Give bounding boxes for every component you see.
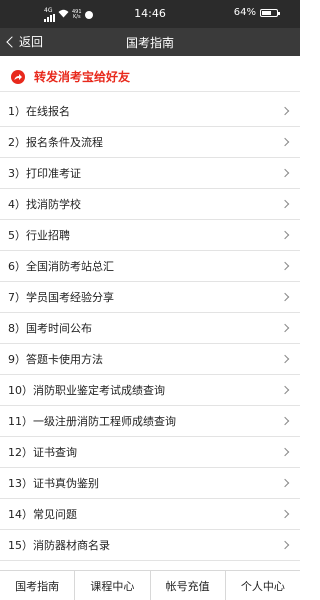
- menu-item-find-school[interactable]: 4）找消防学校: [0, 189, 300, 220]
- share-label: 转发消考宝给好友: [34, 70, 131, 84]
- menu-item-label: 14）常见问题: [8, 508, 77, 521]
- menu-item-certificate-query[interactable]: 12）证书查询: [0, 437, 300, 468]
- battery-percent: 64%: [233, 7, 256, 18]
- menu-item-label: 15）消防器材商名录: [8, 539, 110, 552]
- menu-item-label: 9）答题卡使用方法: [8, 353, 103, 366]
- chevron-right-icon: [280, 106, 290, 116]
- share-icon: [11, 69, 25, 84]
- guide-menu-list: 1）在线报名 2）报名条件及流程 3）打印准考证 4）找消防学校 5）行业招聘 …: [0, 96, 300, 561]
- tab-course-center[interactable]: 课程中心: [75, 571, 151, 600]
- menu-item-label: 1）在线报名: [8, 105, 70, 118]
- tab-exam-guide[interactable]: 国考指南: [0, 571, 76, 600]
- menu-item-registration-conditions[interactable]: 2）报名条件及流程: [0, 127, 300, 158]
- chevron-right-icon: [280, 230, 290, 240]
- share-to-friends-button[interactable]: 转发消考宝给好友: [0, 62, 300, 92]
- menu-item-certificate-authentication[interactable]: 13）证书真伪鉴别: [0, 468, 300, 499]
- chevron-right-icon: [280, 540, 290, 550]
- menu-item-label: 4）找消防学校: [8, 198, 81, 211]
- chevron-right-icon: [280, 416, 290, 426]
- menu-item-label: 2）报名条件及流程: [8, 136, 103, 149]
- menu-item-label: 11）一级注册消防工程师成绩查询: [8, 415, 176, 428]
- page-title: 国考指南: [125, 36, 174, 50]
- chevron-right-icon: [280, 137, 290, 147]
- battery-fill: [262, 10, 271, 15]
- menu-item-industry-recruitment[interactable]: 5）行业招聘: [0, 220, 300, 251]
- menu-item-label: 12）证书查询: [8, 446, 77, 459]
- chevron-left-icon: [6, 36, 18, 48]
- chevron-right-icon: [280, 292, 290, 302]
- menu-item-label: 13）证书真伪鉴别: [8, 477, 99, 490]
- bottom-tab-bar: 国考指南 课程中心 帐号充值 个人中心: [0, 570, 300, 600]
- chevron-right-icon: [280, 323, 290, 333]
- menu-item-online-registration[interactable]: 1）在线报名: [0, 96, 300, 127]
- menu-item-label: 3）打印准考证: [8, 167, 81, 180]
- status-icons-right: 64%: [233, 7, 280, 18]
- chevron-right-icon: [280, 168, 290, 178]
- chevron-right-icon: [280, 261, 290, 271]
- menu-item-exam-schedule[interactable]: 8）国考时间公布: [0, 313, 300, 344]
- chevron-right-icon: [280, 354, 290, 364]
- menu-item-print-admission-ticket[interactable]: 3）打印准考证: [0, 158, 300, 189]
- menu-item-label: 8）国考时间公布: [8, 322, 92, 335]
- battery-icon: [260, 8, 280, 17]
- nav-bar: 返回 国考指南: [0, 28, 300, 56]
- menu-item-answer-sheet-usage[interactable]: 9）答题卡使用方法: [0, 344, 300, 375]
- menu-item-engineer-score-query[interactable]: 11）一级注册消防工程师成绩查询: [0, 406, 300, 437]
- menu-item-equipment-suppliers[interactable]: 15）消防器材商名录: [0, 530, 300, 561]
- menu-item-label: 6）全国消防考站总汇: [8, 260, 114, 273]
- back-button[interactable]: 返回: [6, 33, 44, 50]
- chevron-right-icon: [280, 447, 290, 457]
- menu-item-exam-stations[interactable]: 6）全国消防考站总汇: [0, 251, 300, 282]
- tab-personal-center[interactable]: 个人中心: [226, 571, 300, 600]
- menu-item-label: 10）消防职业鉴定考试成绩查询: [8, 384, 165, 397]
- status-bar: 4G 491 K/s 14:46 64%: [0, 0, 300, 28]
- back-label: 返回: [19, 35, 44, 49]
- chevron-right-icon: [280, 199, 290, 209]
- chevron-right-icon: [280, 478, 290, 488]
- menu-item-faq[interactable]: 14）常见问题: [0, 499, 300, 530]
- chevron-right-icon: [280, 385, 290, 395]
- menu-item-label: 7）学员国考经验分享: [8, 291, 114, 304]
- menu-item-vocational-score-query[interactable]: 10）消防职业鉴定考试成绩查询: [0, 375, 300, 406]
- chevron-right-icon: [280, 509, 290, 519]
- menu-item-experience-sharing[interactable]: 7）学员国考经验分享: [0, 282, 300, 313]
- tab-account-recharge[interactable]: 帐号充值: [151, 571, 226, 600]
- menu-item-label: 5）行业招聘: [8, 229, 70, 242]
